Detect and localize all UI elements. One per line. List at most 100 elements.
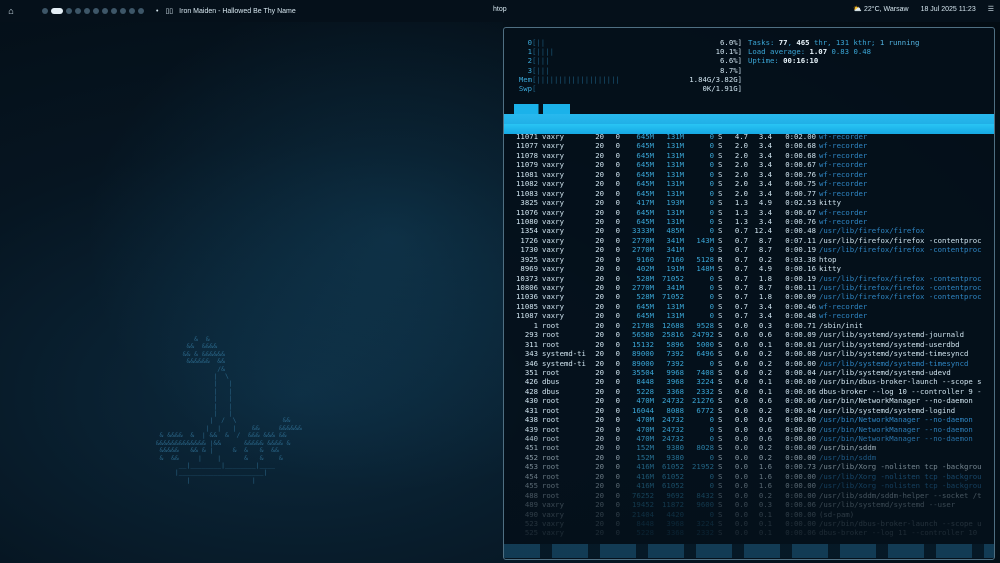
process-row[interactable]: 488 root 20 0 76252 9692 8432 S 0.0 0.2 0:00.00/us…: [504, 491, 994, 500]
cell-state: S: [718, 198, 723, 208]
process-row[interactable]: 1726 vaxry 20 0 2770M 341M 143M S 0.7 8.7 0:07.11/…: [504, 236, 994, 245]
cell-pid: 11036: [516, 292, 538, 302]
process-row[interactable]: 11079 vaxry 20 0 645M 131M 0 S 2.0 3.4 0:00.67 wf-r…: [504, 160, 994, 169]
process-row[interactable]: 10806 vaxry 20 0 2770M 341M 0 S 0.7 8.7 0:00.11/us…: [504, 283, 994, 292]
now-playing-label[interactable]: Iron Maiden - Hallowed Be Thy Name: [179, 8, 296, 15]
cell-cpu: 0.0: [734, 500, 748, 510]
process-row[interactable]: 453 root 20 0 416M 61052 21952 S 0.0 1.6 0:00.73/u…: [504, 462, 994, 471]
process-row[interactable]: 11087 vaxry 20 0 645M 131M 0 S 0.7 3.4 0:00.48 wf-r…: [504, 311, 994, 320]
cell-state: S: [718, 358, 723, 368]
workspace-dot[interactable]: [102, 8, 108, 14]
process-row[interactable]: 1730 vaxry 20 0 2770M 341M 0 S 0.7 8.7 0:00.19/usr…: [504, 245, 994, 254]
process-row[interactable]: 431 root 20 0 16044 8088 6772 S 0.0 0.2 0:00.04/us…: [504, 406, 994, 415]
cell-shr: 0: [709, 292, 714, 302]
cell-state: S: [718, 235, 723, 245]
process-row[interactable]: 451 root 20 0 152M 9380 8028 S 0.0 0.2 0:00.00/usr…: [504, 443, 994, 452]
process-row[interactable]: 343 systemd-ti 20 0 89000 7392 6496 S 0.0 0.2 0:00…: [504, 349, 994, 358]
process-row[interactable]: 10373 vaxry 20 0 528M 71052 0 S 0.7 1.8 0:00.19/us…: [504, 274, 994, 283]
process-row[interactable]: 11077 vaxry 20 0 645M 131M 0 S 2.0 3.4 0:00.68 wf-r…: [504, 141, 994, 150]
process-row[interactable]: 11081 vaxry 20 0 645M 131M 0 S 2.0 3.4 0:00.76 wf-r…: [504, 170, 994, 179]
cell-time: 0:00.06: [785, 500, 816, 510]
workspace-dot[interactable]: [120, 8, 126, 14]
htop-function-key-bar[interactable]: [504, 544, 994, 558]
cell-command: wf-recorder: [819, 141, 868, 151]
cell-time: 0:00.00: [785, 509, 816, 519]
cell-res: 24732: [662, 434, 684, 443]
process-row[interactable]: 439 root 20 0 470M 24732 0 S 0.0 0.6 0:00.00/usr/b…: [504, 425, 994, 434]
workspace-dot[interactable]: [42, 8, 48, 14]
process-row[interactable]: 11083 vaxry 20 0 645M 131M 0 S 2.0 3.4 0:00.77 wf-r…: [504, 189, 994, 198]
process-row[interactable]: 11080 vaxry 20 0 645M 131M 0 S 1.3 3.4 0:00.76 wf-r…: [504, 217, 994, 226]
cell-cpu: 0.0: [734, 349, 748, 359]
meter-fill: [|||: [532, 56, 550, 66]
meter-bar: [0K/1.91G]: [532, 84, 742, 93]
workspace-dot[interactable]: [84, 8, 90, 14]
cell-priority: 20: [595, 358, 604, 368]
workspace-dot[interactable]: [93, 8, 99, 14]
process-row[interactable]: 3825 vaxry 20 0 417M 193M 0 S 1.3 4.9 0:02.53 kitty: [504, 198, 994, 207]
process-row[interactable]: 1 root 20 0 21788 12688 9528 S 0.0 0.3 0:00.71/sbi…: [504, 321, 994, 330]
process-row[interactable]: 11082 vaxry 20 0 645M 131M 0 S 2.0 3.4 0:00.75 wf-r…: [504, 179, 994, 188]
workspace-dot[interactable]: [129, 8, 135, 14]
clock-label[interactable]: 18 Jul 2025 11:23: [921, 6, 976, 13]
cell-virt: 15132: [632, 339, 654, 349]
cell-virt: 416M: [636, 481, 654, 491]
cell-user: root: [542, 471, 560, 481]
cell-shr: 0: [709, 150, 714, 160]
weather-label[interactable]: 22°C, Warsaw: [864, 6, 909, 13]
process-row[interactable]: 8969 vaxry 20 0 402M 191M 148M S 0.7 4.9 0:00.16 ki…: [504, 264, 994, 273]
workspace-dot[interactable]: [51, 8, 63, 14]
process-row[interactable]: 293 root 20 0 56580 25816 24792 S 0.0 0.6 0:00.09/…: [504, 330, 994, 339]
process-row[interactable]: 430 root 20 0 470M 24732 21276 S 0.0 0.6 0:00.06/u…: [504, 396, 994, 405]
process-row[interactable]: 490 vaxry 20 0 21404 4420 0 S 0.0 0.1 0:00.00 (sd-p…: [504, 510, 994, 519]
cell-state: S: [718, 141, 723, 151]
process-row[interactable]: 11076 vaxry 20 0 645M 131M 0 S 1.3 3.4 0:00.67 wf-r…: [504, 208, 994, 217]
cell-shr: 0: [709, 283, 714, 292]
cell-res: 7160: [666, 254, 684, 264]
process-row[interactable]: 454 root 20 0 416M 61052 0 S 0.0 1.6 0:00.00/usr/l…: [504, 472, 994, 481]
cell-shr: 5128: [696, 254, 714, 264]
process-row[interactable]: 525 vaxry 20 0 5228 3368 2332 S 0.0 0.1 0:00.06 dbu…: [504, 528, 994, 537]
workspace-indicator[interactable]: [42, 8, 144, 14]
home-icon[interactable]: ⌂: [6, 6, 16, 16]
workspace-dot[interactable]: [75, 8, 81, 14]
cell-priority: 20: [595, 264, 604, 274]
process-row[interactable]: 523 vaxry 20 0 8448 3968 3224 S 0.0 0.1 0:00.00/us…: [504, 519, 994, 528]
cell-mem: 1.6: [758, 481, 772, 491]
cell-priority: 20: [595, 141, 604, 151]
process-row[interactable]: 11036 vaxry 20 0 528M 71052 0 S 0.7 1.8 0:00.09/us…: [504, 292, 994, 301]
process-row[interactable]: 438 root 20 0 470M 24732 0 S 0.0 0.6 0:00.00/usr/b…: [504, 415, 994, 424]
process-row[interactable]: 452 root 20 0 152M 9380 0 S 0.0 0.2 0:00.00/usr/bi…: [504, 453, 994, 462]
workspace-dot[interactable]: [138, 8, 144, 14]
process-row[interactable]: 346 systemd-ti 20 0 89000 7392 0 S 0.0 0.2 0:00.00…: [504, 359, 994, 368]
cell-mem: 0.6: [758, 330, 772, 340]
process-list[interactable]: 11071 vaxry 20 0 645M 131M 0 S 4.7 3.4 0:02.00 wf-r…: [504, 132, 994, 538]
htop-terminal-window[interactable]: 0[|| 6.0%] 1[|||| 10.1%] 2[||| 6.6%] 3[||| 8.7%…: [503, 27, 995, 560]
process-row[interactable]: 11071 vaxry 20 0 645M 131M 0 S 4.7 3.4 0:02.00 wf-r…: [504, 132, 994, 141]
process-row[interactable]: 455 root 20 0 416M 61052 0 S 0.0 1.6 0:00.00/usr/l…: [504, 481, 994, 490]
cell-cpu: 0.0: [734, 396, 748, 406]
process-row[interactable]: 489 vaxry 20 0 19452 11872 9600 S 0.0 0.3 0:00.06/…: [504, 500, 994, 509]
process-row[interactable]: 440 root 20 0 470M 24732 0 S 0.0 0.6 0:00.00/usr/b…: [504, 434, 994, 443]
cell-user: vaxry: [542, 179, 564, 189]
cell-command: /usr/lib/systemd/systemd-journald: [819, 330, 964, 340]
process-row[interactable]: 351 root 20 0 35504 9968 7408 S 0.0 0.2 0:00.04/us…: [504, 368, 994, 377]
workspace-dot[interactable]: [111, 8, 117, 14]
cell-res: 24732: [662, 424, 684, 434]
cell-cpu: 0.0: [734, 330, 748, 340]
cell-cpu: 1.3: [734, 216, 748, 226]
cell-priority: 20: [595, 377, 604, 387]
cell-state: S: [718, 273, 723, 283]
process-row[interactable]: 311 root 20 0 15132 5896 5000 S 0.0 0.1 0:00.01/us…: [504, 340, 994, 349]
cell-nice: 0: [615, 132, 620, 141]
process-row[interactable]: 426 dbus 20 0 8448 3968 3224 S 0.0 0.1 0:00.00/usr…: [504, 377, 994, 386]
process-row[interactable]: 1354 vaxry 20 0 3333M 485M 0 S 0.7 12.4 0:00.48/us…: [504, 226, 994, 235]
process-row[interactable]: 11085 vaxry 20 0 645M 131M 0 S 0.7 3.4 0:00.46 wf-r…: [504, 302, 994, 311]
process-row[interactable]: 11078 vaxry 20 0 645M 131M 0 S 2.0 3.4 0:00.68 wf-r…: [504, 151, 994, 160]
hamburger-menu-icon[interactable]: ☰: [988, 5, 994, 13]
cell-cpu: 2.0: [734, 179, 748, 189]
process-row[interactable]: 428 dbus 20 0 5228 3368 2332 S 0.0 0.1 0:00.06 dbus…: [504, 387, 994, 396]
process-row[interactable]: 3925 vaxry 20 0 9160 7160 5128 R 0.7 0.2 0:03.38 ht…: [504, 255, 994, 264]
meter-fill: [|||||||||||||||||||: [532, 74, 620, 84]
workspace-dot[interactable]: [66, 8, 72, 14]
